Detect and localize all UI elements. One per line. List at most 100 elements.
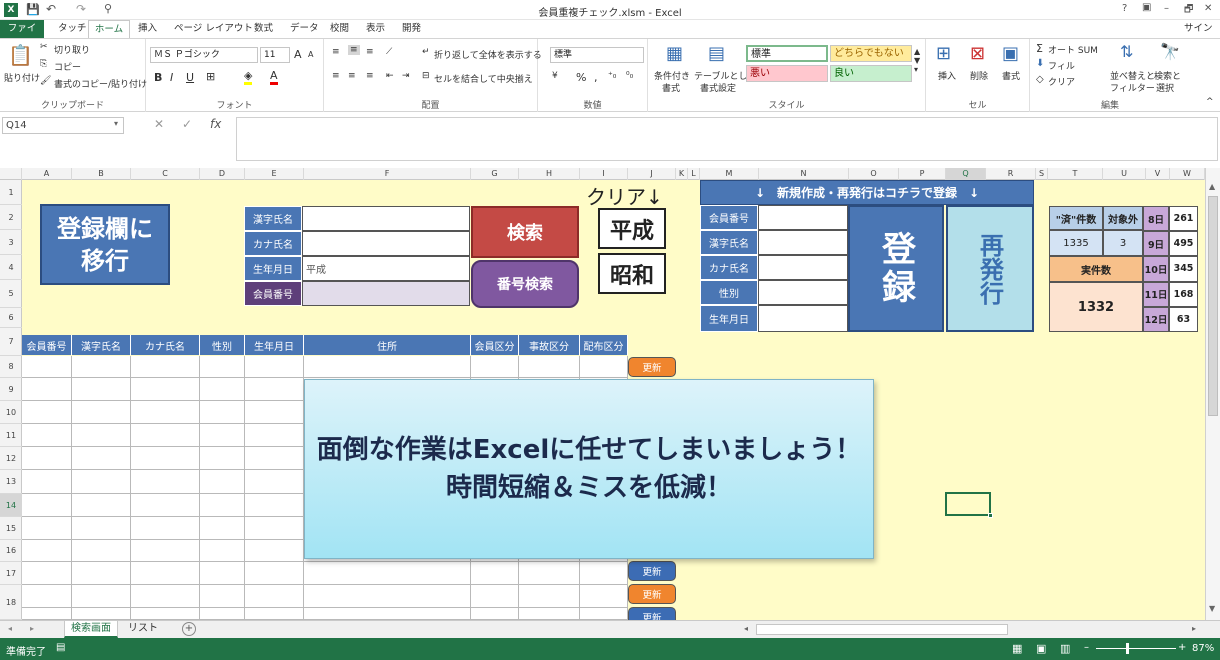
column-header[interactable]: M — [700, 168, 759, 180]
table-cell[interactable] — [245, 447, 304, 470]
row-header[interactable]: 11 — [0, 424, 22, 447]
table-cell[interactable] — [245, 494, 304, 517]
table-cell[interactable] — [200, 356, 245, 378]
row-header[interactable]: 13 — [0, 470, 22, 494]
table-cell[interactable] — [245, 378, 304, 401]
column-header[interactable]: D — [200, 168, 245, 180]
table-header-cell[interactable]: 会員区分 — [471, 335, 519, 355]
register-button[interactable]: 登録 — [848, 205, 944, 332]
table-cell[interactable] — [131, 447, 200, 470]
table-cell[interactable] — [72, 562, 131, 585]
table-cell[interactable] — [131, 356, 200, 378]
grow-font-button[interactable]: A — [294, 48, 302, 61]
font-color-icon[interactable]: A — [270, 69, 278, 85]
number-search-button[interactable]: 番号検索 — [471, 260, 579, 308]
horizontal-scrollbar[interactable] — [756, 624, 1008, 635]
update-button[interactable]: 更新 — [628, 607, 676, 620]
table-cell[interactable] — [22, 540, 72, 562]
increase-decimal-icon[interactable]: ⁺₀ — [608, 71, 616, 81]
name-box[interactable]: Q14 — [2, 117, 124, 134]
align-bottom-icon[interactable]: ≡ — [366, 47, 374, 57]
table-cell[interactable] — [200, 540, 245, 562]
zoom-out-button[interactable]: – — [1084, 642, 1089, 653]
table-cell[interactable] — [72, 401, 131, 424]
align-right-icon[interactable]: ≡ — [366, 71, 374, 81]
table-cell[interactable] — [200, 608, 245, 620]
table-cell[interactable] — [22, 608, 72, 620]
row-header[interactable]: 2 — [0, 205, 22, 230]
enter-icon[interactable]: ✓ — [182, 117, 192, 131]
paste-icon[interactable]: 📋 — [8, 43, 33, 67]
clear-icon[interactable]: ◇ — [1036, 74, 1044, 85]
tab-scroll-right-icon[interactable]: ▸ — [30, 624, 34, 633]
table-cell[interactable] — [245, 608, 304, 620]
column-header[interactable]: E — [245, 168, 304, 180]
decrease-decimal-icon[interactable]: ⁰₀ — [626, 71, 633, 81]
delete-cells-icon[interactable]: ⊠ — [970, 43, 985, 64]
search-kanji-input[interactable] — [302, 206, 470, 231]
normal-view-icon[interactable]: ▦ — [1012, 642, 1022, 655]
table-cell[interactable] — [245, 585, 304, 608]
macro-record-icon[interactable]: ▤ — [56, 642, 65, 653]
name-box-dropdown-icon[interactable]: ▾ — [114, 119, 118, 128]
style-neutral[interactable]: どちらでもない — [830, 45, 912, 62]
delete-cells-button[interactable]: 削除 — [970, 69, 988, 82]
table-cell[interactable] — [519, 356, 580, 378]
table-cell[interactable] — [304, 608, 471, 620]
table-cell[interactable] — [200, 424, 245, 447]
table-cell[interactable] — [580, 562, 628, 585]
row-header[interactable]: 17 — [0, 562, 22, 585]
table-cell[interactable] — [519, 585, 580, 608]
row-header[interactable]: 16 — [0, 540, 22, 562]
bold-button[interactable]: B — [154, 71, 162, 84]
table-cell[interactable] — [72, 517, 131, 540]
table-header-cell[interactable]: 会員番号 — [22, 335, 72, 355]
scroll-up-icon[interactable]: ▲ — [1209, 182, 1215, 191]
row-header[interactable]: 6 — [0, 308, 22, 328]
table-cell[interactable] — [580, 356, 628, 378]
sheet-tab-list[interactable]: リスト — [122, 621, 164, 638]
row-header[interactable]: 1 — [0, 180, 22, 205]
table-cell[interactable] — [22, 356, 72, 378]
table-cell[interactable] — [131, 424, 200, 447]
zoom-in-button[interactable]: + — [1178, 642, 1186, 653]
merge-center-button[interactable]: セルを結合して中央揃え — [434, 72, 533, 85]
update-button[interactable]: 更新 — [628, 584, 676, 604]
format-painter-icon[interactable]: 🖌 — [40, 76, 51, 86]
table-cell[interactable] — [471, 356, 519, 378]
table-cell[interactable] — [131, 540, 200, 562]
tab-view[interactable]: 表示 — [362, 20, 389, 38]
percent-button[interactable]: % — [576, 71, 586, 84]
table-cell[interactable] — [131, 608, 200, 620]
restore-button[interactable]: 🗗 — [1184, 2, 1193, 19]
table-cell[interactable] — [72, 494, 131, 517]
table-cell[interactable] — [72, 356, 131, 378]
sheet-tab-search[interactable]: 検索画面 — [64, 621, 118, 638]
row-header[interactable]: 9 — [0, 378, 22, 401]
table-cell[interactable] — [22, 494, 72, 517]
tab-file[interactable]: ファイル — [0, 20, 44, 52]
borders-icon[interactable]: ⊞ — [206, 70, 215, 83]
column-header[interactable]: K — [676, 168, 688, 180]
ribbon-display-icon[interactable]: ▣ — [1142, 2, 1151, 13]
table-cell[interactable] — [131, 494, 200, 517]
shrink-font-button[interactable]: A — [308, 50, 313, 59]
copy-icon[interactable]: ⎘ — [40, 59, 47, 69]
insert-function-button[interactable]: fx — [210, 117, 221, 131]
table-cell[interactable] — [245, 356, 304, 378]
tab-insert[interactable]: 挿入 — [134, 20, 161, 38]
wrap-text-button[interactable]: 折り返して全体を表示する — [434, 48, 542, 61]
autosum-icon[interactable]: Σ — [1036, 42, 1043, 55]
tab-page-layout[interactable]: ページ レイアウト — [170, 20, 257, 38]
reissue-button[interactable]: 再発行 — [946, 205, 1034, 332]
table-cell[interactable] — [22, 401, 72, 424]
column-header[interactable]: G — [471, 168, 519, 180]
active-cell[interactable] — [945, 492, 991, 516]
heisei-button[interactable]: 平成 — [598, 208, 666, 249]
minimize-button[interactable]: – — [1164, 3, 1169, 14]
sort-filter-label2[interactable]: フィルター — [1110, 81, 1155, 94]
close-button[interactable]: ✕ — [1204, 3, 1212, 14]
table-format-icon[interactable]: ▤ — [708, 43, 725, 64]
merge-center-icon[interactable]: ⊟ — [422, 71, 430, 81]
table-cell[interactable] — [131, 517, 200, 540]
